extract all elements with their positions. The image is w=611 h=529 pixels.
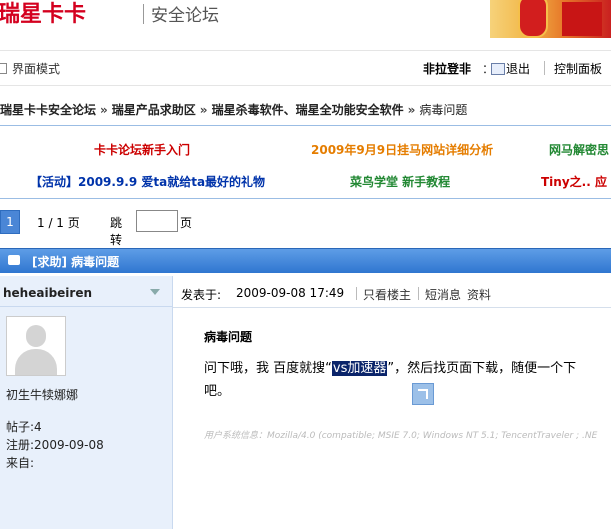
post-body: 问下哦，我 百度就搜“vs加速器”，然后找页面下载，随便一个下 <box>204 358 604 380</box>
stat-from-label: 来自: <box>6 456 35 470</box>
user-rank: 初生牛犊娜娜 <box>6 388 79 402</box>
current-username[interactable]: 非拉登非 <box>423 60 471 77</box>
stat-registered-value: 2009-09-08 <box>34 438 104 452</box>
breadcrumb-item[interactable]: 瑞星杀毒软件、瑞星全功能安全软件 <box>212 103 404 117</box>
user-agent-info: 用户系统信息：Mozilla/4.0 (compatible; MSIE 7.0… <box>204 431 598 441</box>
breadcrumb-separator: » <box>199 103 208 117</box>
thread-title: [求助] 病毒问题 <box>32 255 120 269</box>
breadcrumb-item[interactable]: 瑞星产品求助区 <box>112 103 196 117</box>
announcement-panel: 卡卡论坛新手入门 2009年9月9日挂马网站详细分析 网马解密思 【活动】200… <box>0 125 611 199</box>
announcement-link[interactable]: 网马解密思 <box>549 141 609 158</box>
flag-icon <box>562 2 602 36</box>
post-body-text: 问下哦，我 百度就搜“ <box>204 361 332 376</box>
user-bar: 界面模式 非拉登非 ： 退出 控制面板 <box>0 50 611 86</box>
post-body-line: 吧。 <box>204 384 231 399</box>
arrow-icon <box>418 389 428 399</box>
announcement-link[interactable]: 菜鸟学堂 新手教程 <box>350 173 450 190</box>
chevron-down-icon[interactable] <box>150 289 160 295</box>
post-body-text: ”，然后找页面下载，随便一个下 <box>387 361 577 376</box>
avatar[interactable] <box>6 316 66 376</box>
meta-divider <box>418 287 419 300</box>
interface-mode-label[interactable]: 界面模式 <box>12 60 60 77</box>
search-selection-icon[interactable] <box>412 383 434 405</box>
holiday-banner[interactable] <box>490 0 611 38</box>
announcement-link[interactable]: 卡卡论坛新手入门 <box>94 141 190 158</box>
selected-text[interactable]: vs加速器 <box>331 361 388 376</box>
logout-icon[interactable] <box>491 63 505 75</box>
profile-link[interactable]: 资料 <box>467 286 491 303</box>
jump-page-input[interactable] <box>136 210 178 232</box>
avatar-body <box>15 349 57 375</box>
announcement-link[interactable]: Tiny之.. 应 较 t <box>541 173 611 190</box>
site-header: 瑞星卡卡 安全论坛 <box>0 0 611 38</box>
announcement-link[interactable]: 【活动】2009.9.9 爱ta就给ta最好的礼物 <box>30 173 265 190</box>
jump-unit: 页 <box>180 216 193 230</box>
breadcrumb-separator: » <box>100 103 108 117</box>
short-message-link[interactable]: 短消息 <box>425 286 461 303</box>
posted-label: 发表于: <box>181 288 222 302</box>
author-divider <box>0 306 172 307</box>
announcement-link[interactable]: 2009年9月9日挂马网站详细分析 <box>311 141 493 158</box>
speech-bubble-icon <box>8 255 20 265</box>
logo-divider <box>143 4 144 24</box>
stat-registered-label: 注册: <box>6 438 35 452</box>
post-content: 发表于: 2009-09-08 17:49 只看楼主 短消息 资料 病毒问题 问… <box>173 276 611 529</box>
page-count: 1 / 1 页 <box>37 216 80 230</box>
author-name[interactable]: heheaibeiren <box>3 286 92 300</box>
posted-time: 2009-09-08 17:49 <box>236 286 345 300</box>
meta-divider <box>356 287 357 300</box>
breadcrumb-current: 病毒问题 <box>419 103 468 117</box>
breadcrumb-separator: » <box>407 103 416 117</box>
author-panel: heheaibeiren 初生牛犊娜娜 帖子:4 注册:2009-09-08 来… <box>0 276 173 529</box>
stat-posts-value: 4 <box>34 420 42 434</box>
only-op-link[interactable]: 只看楼主 <box>363 286 411 303</box>
stat-posts-label: 帖子: <box>6 420 35 434</box>
site-subtitle: 安全论坛 <box>151 6 219 26</box>
interface-mode-checkbox[interactable] <box>0 63 7 74</box>
stat-posts: 帖子:4 <box>6 418 42 435</box>
lantern-icon <box>518 0 548 38</box>
stat-from: 来自: <box>6 454 34 471</box>
logout-link[interactable]: 退出 <box>506 60 530 77</box>
userbar-divider <box>544 61 545 75</box>
breadcrumb: 瑞星卡卡安全论坛» 瑞星产品求助区» 瑞星杀毒软件、瑞星全功能安全软件» 病毒问题 <box>0 101 467 118</box>
post-meta: 发表于: 2009-09-08 17:49 只看楼主 短消息 资料 <box>173 276 611 308</box>
stat-registered: 注册:2009-09-08 <box>6 436 104 453</box>
post-title: 病毒问题 <box>204 330 253 344</box>
thread-header: [求助] 病毒问题 <box>0 248 611 273</box>
avatar-head <box>26 325 46 347</box>
jump-label: 跳转 <box>110 216 123 247</box>
breadcrumb-item[interactable]: 瑞星卡卡安全论坛 <box>0 103 96 117</box>
post: heheaibeiren 初生牛犊娜娜 帖子:4 注册:2009-09-08 来… <box>0 276 611 529</box>
site-logo[interactable]: 瑞星卡卡 <box>0 0 86 28</box>
control-panel-link[interactable]: 控制面板 <box>554 60 602 77</box>
page-current[interactable]: 1 <box>0 210 20 234</box>
